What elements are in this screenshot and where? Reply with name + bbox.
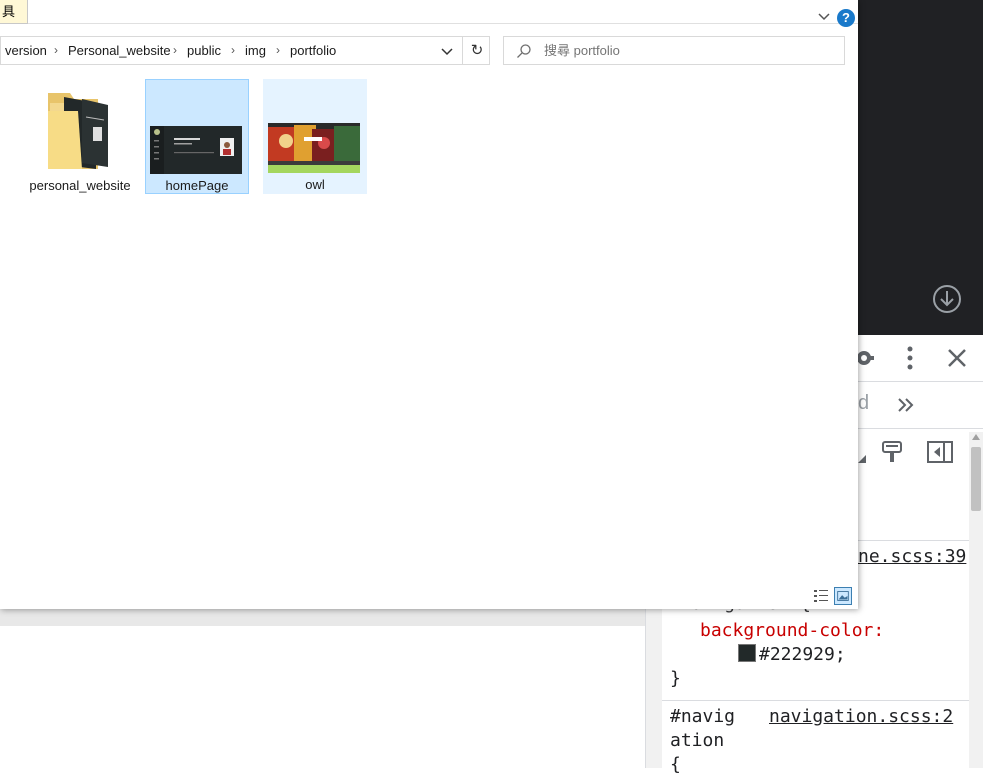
details-view-icon[interactable] — [812, 587, 830, 605]
paint-brush-icon[interactable] — [881, 440, 903, 464]
devtools-tab-bar: d — [858, 382, 983, 429]
large-icons-view-icon[interactable] — [834, 587, 852, 605]
breadcrumb-version[interactable]: version — [5, 43, 47, 58]
toggle-sidebar-icon[interactable] — [927, 441, 953, 463]
chevron-down-icon[interactable] — [817, 10, 831, 24]
search-box[interactable] — [503, 36, 845, 65]
breadcrumb-separator-icon[interactable]: › — [276, 43, 280, 57]
breadcrumb-separator-icon[interactable]: › — [173, 43, 177, 57]
refresh-icon[interactable]: ↻ — [462, 37, 491, 64]
selector-line2[interactable]: ation — [670, 730, 724, 751]
breadcrumb-img[interactable]: img — [245, 43, 266, 58]
browser-page-dark — [858, 0, 983, 335]
address-dropdown-icon[interactable] — [440, 45, 454, 59]
rule-close-brace: } — [670, 668, 681, 689]
file-item-owl[interactable]: owl — [263, 79, 367, 194]
folder-icon — [48, 93, 108, 169]
search-input[interactable] — [544, 43, 824, 58]
page-scrollbar[interactable] — [645, 609, 662, 768]
tab-partial-label[interactable]: d — [858, 392, 869, 415]
folder-name: personal_website — [29, 178, 131, 193]
breadcrumb-portfolio[interactable]: portfolio — [290, 43, 336, 58]
scroll-up-arrow-icon[interactable] — [971, 433, 981, 441]
styles-scrollbar-thumb[interactable] — [971, 447, 981, 511]
breadcrumb-separator-icon[interactable]: › — [54, 43, 58, 57]
breadcrumb-personal-website[interactable]: Personal_website — [68, 43, 171, 58]
style-rule-navigation-2: #navig navigation.scss:2 ation { — [662, 700, 969, 775]
help-icon[interactable]: ? — [837, 9, 855, 27]
color-swatch[interactable] — [738, 644, 756, 662]
image-thumbnail — [268, 123, 360, 173]
pen-icon[interactable] — [858, 449, 866, 463]
file-name: owl — [305, 177, 325, 192]
source-link-2[interactable]: navigation.scss:2 — [769, 706, 953, 727]
settings-icon[interactable] — [858, 347, 876, 369]
more-options-icon[interactable] — [902, 345, 918, 371]
image-thumbnail — [150, 126, 242, 174]
file-name: homePage — [165, 178, 229, 193]
more-tabs-icon[interactable] — [896, 395, 916, 415]
folder-item[interactable]: personal_website — [28, 79, 132, 194]
styles-toolbar — [858, 429, 983, 476]
rule-open-brace: { — [670, 754, 681, 775]
ribbon-divider — [28, 23, 858, 24]
page-content-area — [0, 609, 645, 768]
source-link[interactable]: ne.scss:39 — [858, 546, 966, 567]
search-icon — [517, 44, 531, 58]
address-bar[interactable]: version › Personal_website › public › im… — [0, 36, 490, 65]
devtools-top-toolbar — [858, 335, 983, 382]
close-icon[interactable] — [947, 348, 967, 368]
file-explorer-window: 具 ? version › Personal_website › public … — [0, 0, 858, 609]
selector-line1[interactable]: #navig — [670, 706, 735, 727]
declaration-value[interactable]: #222929; — [738, 644, 846, 665]
scroll-down-icon[interactable] — [931, 283, 963, 315]
property-name[interactable]: background-color: — [700, 620, 884, 641]
breadcrumb-public[interactable]: public — [187, 43, 221, 58]
property-value[interactable]: #222929; — [759, 644, 846, 665]
declaration[interactable]: background-color: — [700, 620, 884, 641]
page-horizontal-strip — [0, 609, 645, 626]
ribbon-tab[interactable]: 具 — [0, 0, 28, 24]
breadcrumb-separator-icon[interactable]: › — [231, 43, 235, 57]
file-item-homepage[interactable]: homePage — [145, 79, 249, 194]
